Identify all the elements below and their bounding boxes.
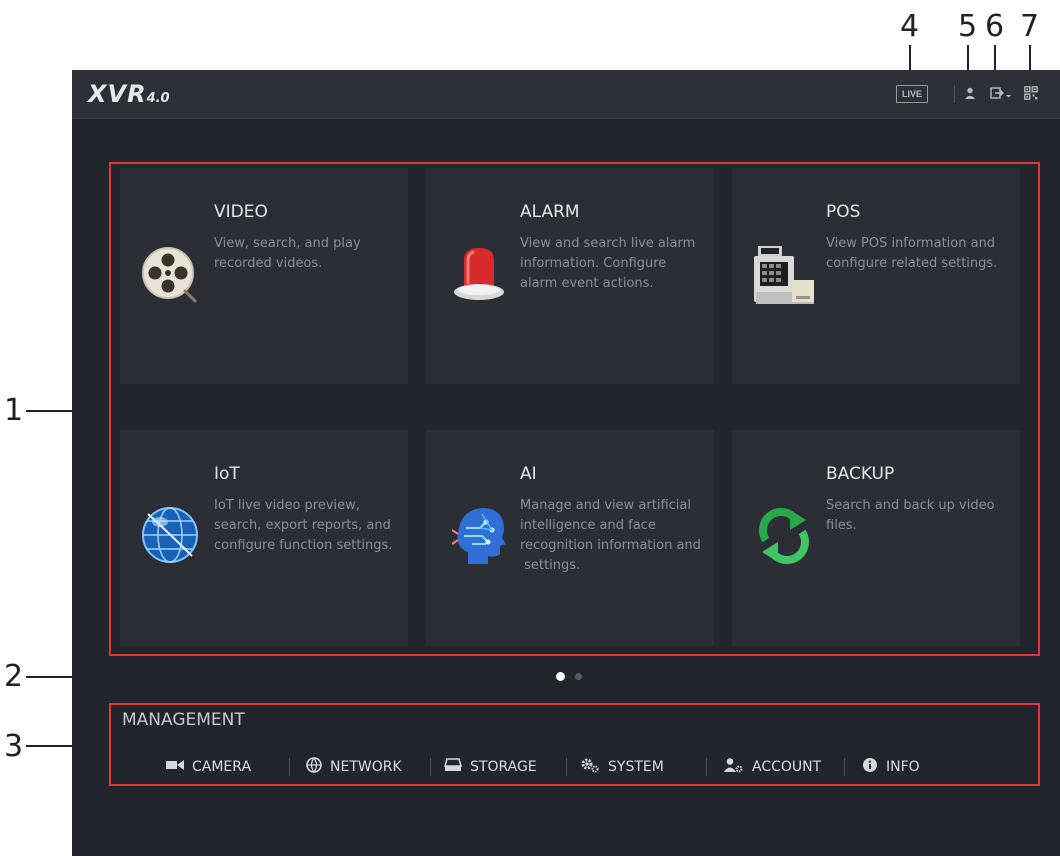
- callout-5: 5: [958, 9, 978, 44]
- callout-2: 2: [4, 659, 24, 694]
- user-icon[interactable]: [963, 86, 977, 105]
- live-button[interactable]: LIVE: [896, 85, 929, 103]
- top-bar: XVR4.0 LIVE: [72, 70, 1060, 119]
- page-dot-1[interactable]: [556, 672, 565, 681]
- callout-3: 3: [4, 729, 24, 764]
- callout-1: 1: [4, 393, 24, 428]
- callout-7: 7: [1020, 9, 1040, 44]
- callout-box-tiles: [109, 162, 1040, 656]
- callout-6: 6: [985, 9, 1005, 44]
- logout-icon[interactable]: [990, 86, 1012, 105]
- page-dot-2[interactable]: [575, 673, 582, 680]
- qr-code-icon[interactable]: [1024, 86, 1038, 105]
- callout-4: 4: [900, 9, 920, 44]
- xvr-logo: XVR4.0: [88, 80, 170, 108]
- callout-box-management: [109, 703, 1040, 786]
- topbar-divider: [954, 85, 955, 103]
